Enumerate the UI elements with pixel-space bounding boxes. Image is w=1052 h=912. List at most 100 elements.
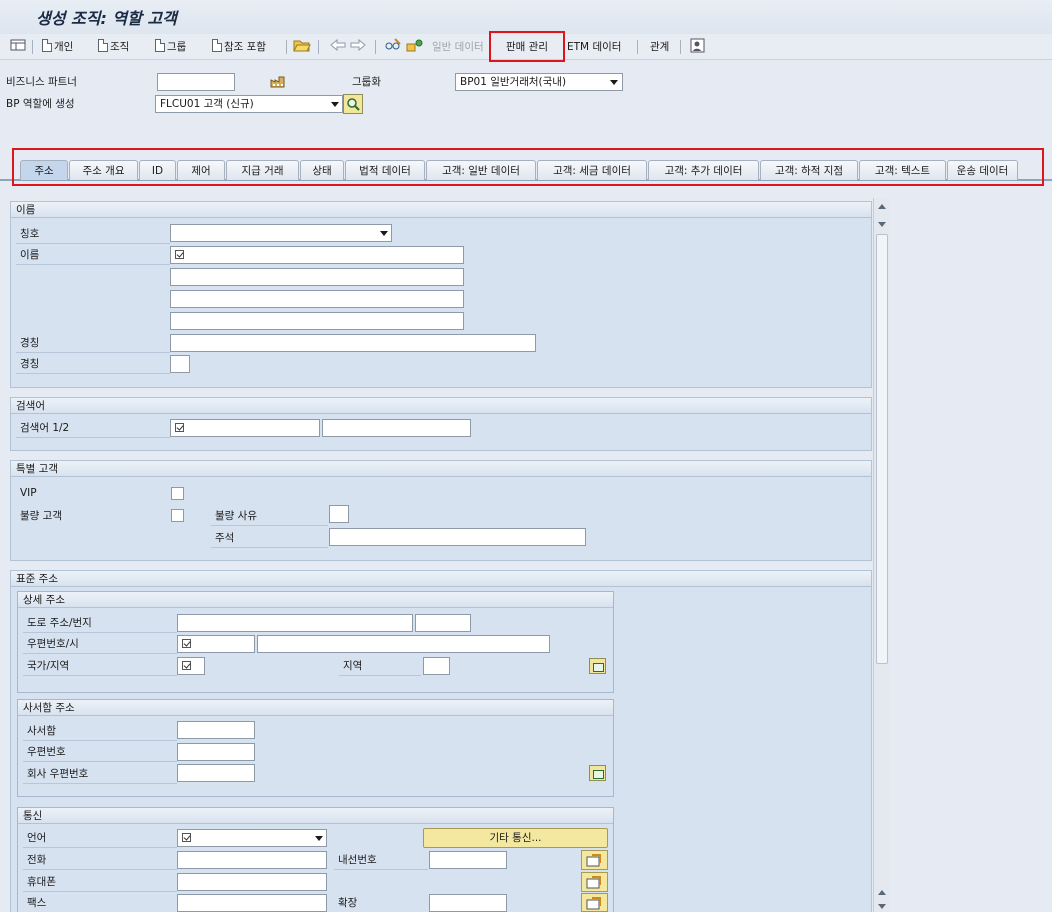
create-org-label: 조직 bbox=[110, 41, 130, 53]
create-org-button[interactable]: 조직 bbox=[98, 38, 129, 56]
relations-button[interactable]: 관계 bbox=[650, 38, 669, 56]
salutation-select[interactable] bbox=[170, 224, 392, 242]
required-icon bbox=[175, 250, 184, 259]
pobox-input[interactable] bbox=[177, 721, 255, 739]
pobox-label: 사서함 bbox=[27, 725, 56, 737]
name-input-4[interactable] bbox=[170, 312, 464, 330]
search-term-input-1[interactable] bbox=[170, 419, 320, 437]
scroll-up-icon[interactable] bbox=[878, 890, 886, 895]
bad-customer-label: 불량 고객 bbox=[20, 510, 62, 522]
activate-icon[interactable] bbox=[406, 38, 424, 56]
name-label: 이름 bbox=[20, 249, 40, 261]
create-group-label: 그룹 bbox=[167, 41, 187, 53]
country-label: 국가/지역 bbox=[27, 660, 70, 672]
phone-detail-icon[interactable] bbox=[581, 850, 608, 870]
title-input-2[interactable] bbox=[170, 355, 190, 373]
required-icon bbox=[175, 423, 184, 432]
scrollbar-thumb[interactable] bbox=[876, 234, 888, 664]
scroll-up-icon[interactable] bbox=[878, 204, 886, 209]
company-postal-input[interactable] bbox=[177, 764, 255, 782]
region-label: 지역 bbox=[343, 660, 363, 672]
title-input-1[interactable] bbox=[170, 334, 536, 352]
document-icon bbox=[98, 39, 108, 52]
chevron-down-icon[interactable] bbox=[610, 80, 618, 85]
role-label: BP 역할에 생성 bbox=[6, 98, 75, 110]
open-folder-icon[interactable] bbox=[293, 38, 311, 56]
pobox-detail-icon[interactable] bbox=[589, 765, 606, 781]
chevron-down-icon[interactable] bbox=[331, 102, 339, 107]
region-input[interactable] bbox=[423, 657, 450, 675]
name-section-title: 이름 bbox=[11, 202, 871, 218]
bad-reason-input[interactable] bbox=[329, 505, 349, 523]
person-card-icon[interactable] bbox=[690, 38, 706, 56]
scroll-down-icon[interactable] bbox=[878, 222, 886, 227]
comment-label: 주석 bbox=[215, 532, 235, 544]
salutation-label: 칭호 bbox=[20, 228, 40, 240]
back-arrow-icon[interactable] bbox=[330, 38, 346, 56]
name-input-2[interactable] bbox=[170, 268, 464, 286]
vip-checkbox[interactable] bbox=[171, 487, 184, 500]
fax-extension-input[interactable] bbox=[429, 894, 507, 912]
chevron-down-icon[interactable] bbox=[380, 231, 388, 236]
grouping-label: 그룹화 bbox=[352, 76, 381, 88]
fax-extension-label: 확장 bbox=[338, 897, 358, 909]
general-data-button[interactable]: 일반 데이터 bbox=[432, 38, 484, 56]
phone-input[interactable] bbox=[177, 851, 327, 869]
title-label-2: 경칭 bbox=[20, 358, 40, 370]
mobile-detail-icon[interactable] bbox=[581, 872, 608, 892]
house-number-input[interactable] bbox=[415, 614, 471, 632]
title-label-1: 경칭 bbox=[20, 337, 40, 349]
create-group-button[interactable]: 그룹 bbox=[155, 38, 186, 56]
highlight-box-sales bbox=[489, 31, 565, 62]
fax-detail-icon[interactable] bbox=[581, 893, 608, 912]
chevron-down-icon[interactable] bbox=[315, 836, 323, 841]
address-detail-icon[interactable] bbox=[589, 658, 606, 674]
page-title: 생성 조직: 역할 고객 bbox=[36, 9, 177, 28]
name-input-1[interactable] bbox=[170, 246, 464, 264]
other-communication-button[interactable]: 기타 통신... bbox=[423, 828, 608, 848]
create-with-ref-button[interactable]: 참조 포함 bbox=[212, 38, 266, 56]
country-input[interactable] bbox=[177, 657, 205, 675]
language-select[interactable] bbox=[177, 829, 327, 847]
role-select[interactable]: FLCU01 고객 (신규) bbox=[155, 95, 343, 113]
company-postal-label: 회사 우편번호 bbox=[27, 768, 89, 780]
extension-input[interactable] bbox=[429, 851, 507, 869]
create-person-button[interactable]: 개인 bbox=[42, 38, 73, 56]
city-input[interactable] bbox=[257, 635, 550, 653]
required-icon bbox=[182, 661, 191, 670]
grouping-select[interactable]: BP01 일반거래처(국내) bbox=[455, 73, 623, 91]
forward-arrow-icon[interactable] bbox=[350, 38, 366, 56]
bad-customer-checkbox[interactable] bbox=[171, 509, 184, 522]
search-term-section-title: 검색어 bbox=[11, 398, 871, 414]
required-icon bbox=[182, 833, 191, 842]
fax-label: 팩스 bbox=[27, 897, 47, 909]
bad-reason-label: 불량 사유 bbox=[215, 510, 257, 522]
bp-input[interactable] bbox=[157, 73, 235, 91]
layout-icon[interactable] bbox=[10, 38, 26, 56]
communication-title: 통신 bbox=[18, 808, 613, 824]
postal-code-input[interactable] bbox=[177, 635, 255, 653]
factory-icon[interactable] bbox=[270, 74, 286, 91]
mobile-input[interactable] bbox=[177, 873, 327, 891]
street-input[interactable] bbox=[177, 614, 413, 632]
mobile-label: 휴대폰 bbox=[27, 876, 56, 888]
search-term-input-2[interactable] bbox=[322, 419, 471, 437]
etm-data-button[interactable]: ETM 데이터 bbox=[567, 38, 621, 56]
name-input-3[interactable] bbox=[170, 290, 464, 308]
role-value: FLCU01 고객 (신규) bbox=[160, 98, 254, 110]
create-with-ref-label: 참조 포함 bbox=[224, 41, 266, 53]
vertical-scrollbar[interactable] bbox=[873, 198, 890, 912]
glasses-pencil-icon[interactable] bbox=[384, 38, 402, 56]
scroll-down-icon[interactable] bbox=[878, 904, 886, 909]
postal-city-label: 우편번호/시 bbox=[27, 638, 79, 650]
pobox-postal-input[interactable] bbox=[177, 743, 255, 761]
extension-label: 내선번호 bbox=[338, 854, 377, 866]
search-icon[interactable] bbox=[343, 94, 363, 114]
special-customer-section-title: 특별 고객 bbox=[11, 461, 871, 477]
standard-address-section-title: 표준 주소 bbox=[11, 571, 871, 587]
comment-input[interactable] bbox=[329, 528, 586, 546]
highlight-box-tabs bbox=[12, 148, 1044, 186]
document-icon bbox=[155, 39, 165, 52]
document-icon bbox=[42, 39, 52, 52]
fax-input[interactable] bbox=[177, 894, 327, 912]
